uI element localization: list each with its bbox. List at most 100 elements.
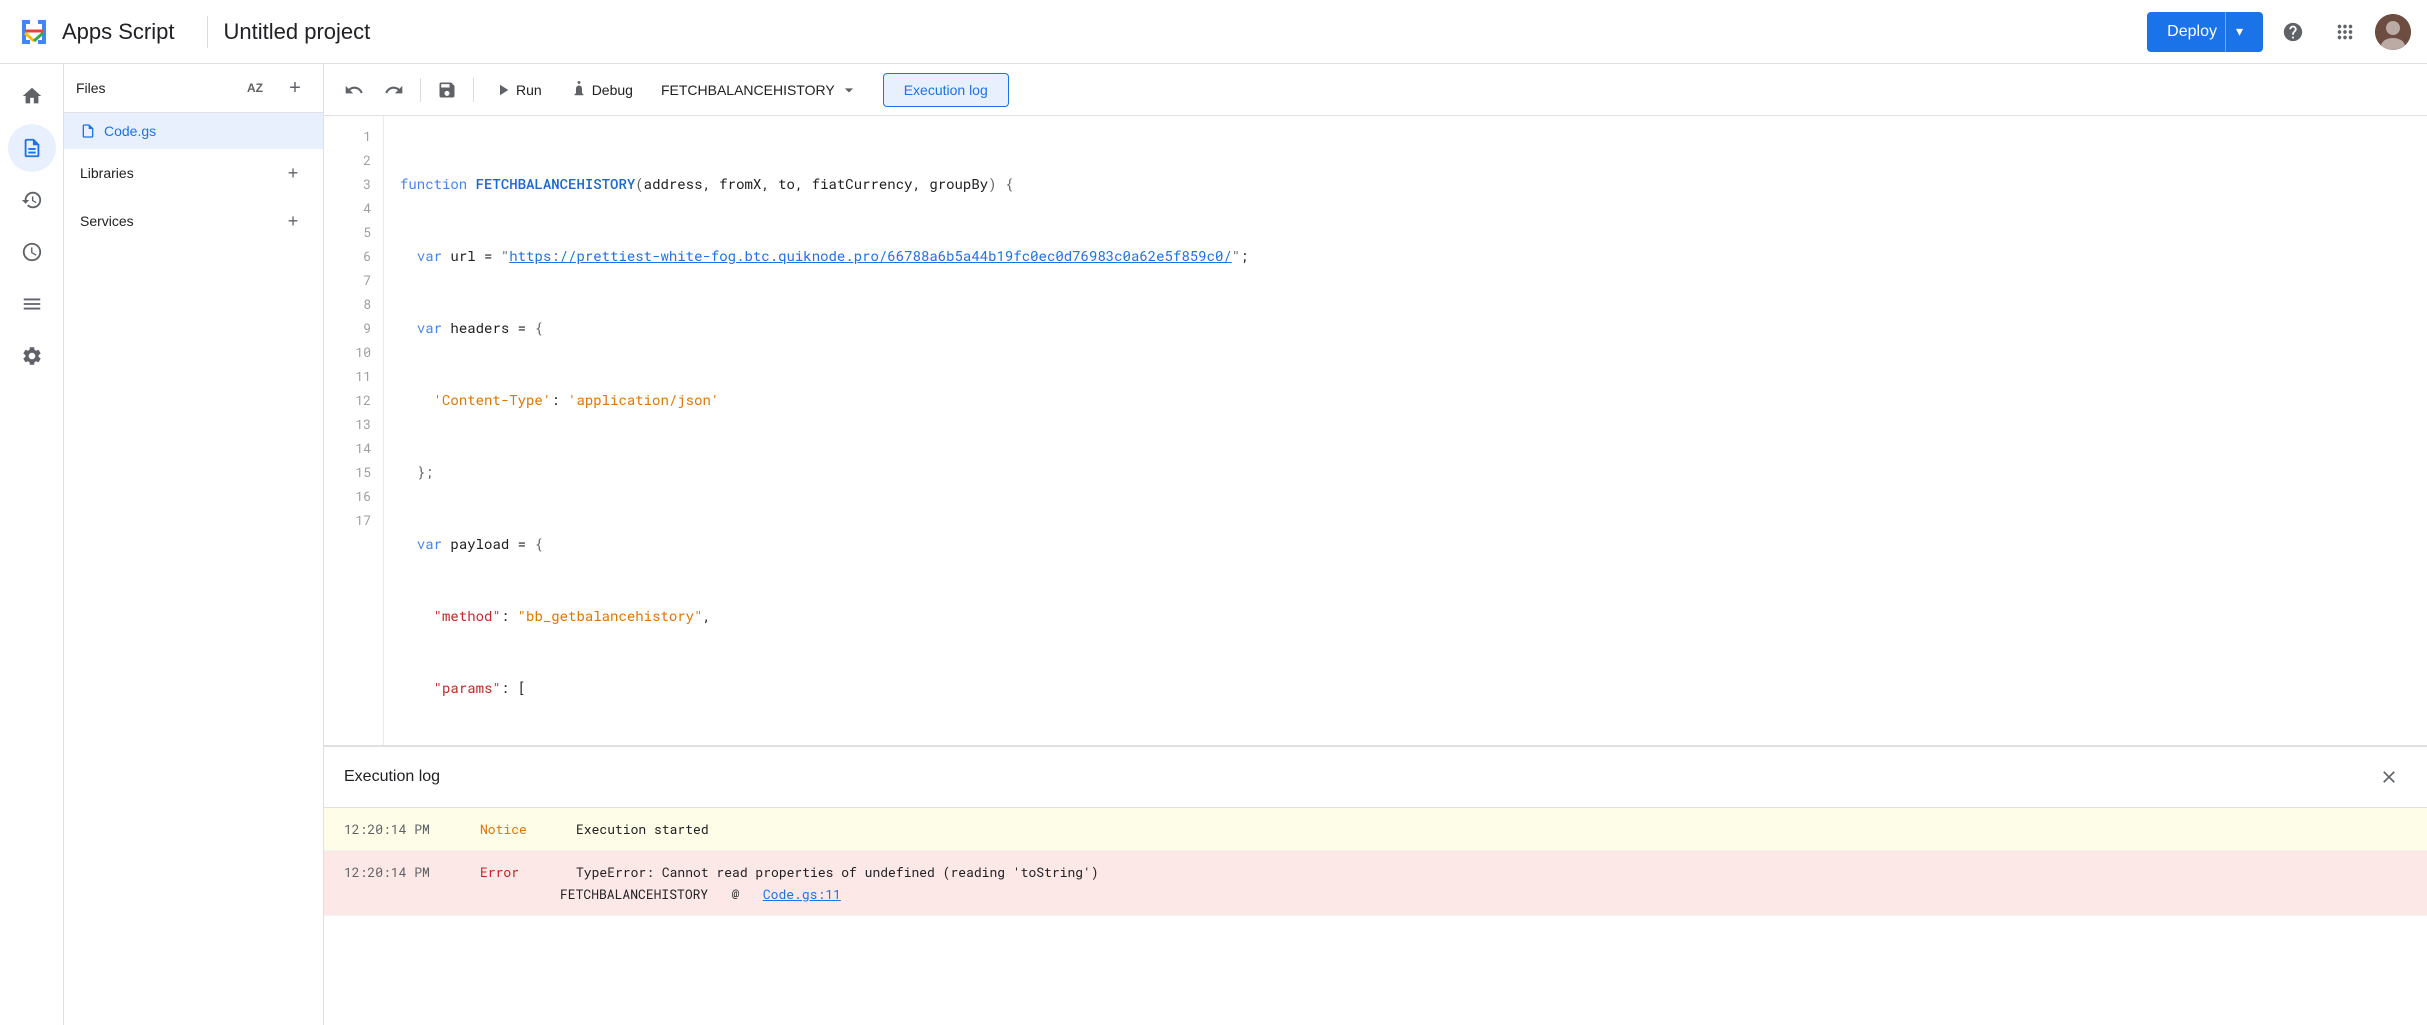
code-line-6: var payload = { [400,532,2411,556]
line-num-4: 4 [324,196,371,220]
line-num-12: 12 [324,388,371,412]
redo-icon [384,80,404,100]
log-timestamp-1: 12:20:14 PM [344,820,464,838]
toolbar-divider-2 [473,78,474,102]
services-section[interactable]: Services + [64,197,323,245]
file-name: Code.gs [104,123,156,139]
history-icon [21,189,43,211]
debug-label: Debug [592,82,633,98]
function-selector[interactable]: FETCHBALANCEHISTORY [649,74,871,106]
log-level-error: Error [480,863,560,881]
log-entry-error: 12:20:14 PM Error TypeError: Cannot read… [324,851,2427,916]
function-name: FETCHBALANCEHISTORY [661,82,835,98]
deploy-button[interactable]: Deploy ▾ [2147,12,2263,52]
line-num-5: 5 [324,220,371,244]
line-num-10: 10 [324,340,371,364]
editor-toolbar: Run Debug FETCHBALANCEHISTORY Execution … [324,64,2427,116]
libraries-label: Libraries [80,165,271,181]
trigger-icon [21,241,43,263]
code-line-8: "params": [ [400,676,2411,700]
code-line-1: function FETCHBALANCEHISTORY(address, fr… [400,172,2411,196]
deploy-label: Deploy [2167,23,2217,41]
add-service-button[interactable]: + [279,207,307,235]
avatar-image [2375,14,2411,50]
settings-icon [21,345,43,367]
help-button[interactable] [2271,10,2315,54]
help-icon [2282,21,2304,43]
log-timestamp-2: 12:20:14 PM [344,863,464,881]
file-panel-toolbar: Files AZ + [64,64,323,113]
sidebar-btn-home[interactable] [8,72,56,120]
log-entries: 12:20:14 PM Notice Execution started 12:… [324,808,2427,1025]
run-icon [494,81,512,99]
line-num-8: 8 [324,292,371,316]
deploy-chevron-icon[interactable]: ▾ [2225,12,2243,52]
line-numbers: 1 2 3 4 5 6 7 8 9 10 11 12 13 14 15 16 1 [324,116,384,745]
log-error-first-row: 12:20:14 PM Error TypeError: Cannot read… [344,863,1099,881]
main-layout: Files AZ + Code.gs Libraries + Services … [0,64,2427,1025]
redo-button[interactable] [376,72,412,108]
debug-icon [570,81,588,99]
log-level-notice: Notice [480,820,560,838]
apps-grid-icon [2334,21,2356,43]
line-num-3: 3 [324,172,371,196]
sidebar-btn-settings[interactable] [8,332,56,380]
file-icon [80,123,96,139]
line-num-11: 11 [324,364,371,388]
function-select-chevron-icon [839,80,859,100]
apps-grid-button[interactable] [2323,10,2367,54]
line-num-2: 2 [324,148,371,172]
execution-log-label: Execution log [904,82,988,98]
code-line-4: 'Content-Type': 'application/json' [400,388,2411,412]
apps-script-logo [16,14,52,50]
add-library-button[interactable]: + [279,159,307,187]
avatar[interactable] [2375,14,2411,50]
line-num-1: 1 [324,124,371,148]
libraries-section[interactable]: Libraries + [64,149,323,197]
close-icon [2379,767,2399,787]
log-entry-notice: 12:20:14 PM Notice Execution started [324,808,2427,851]
save-button[interactable] [429,72,465,108]
sidebar-btn-history[interactable] [8,176,56,224]
files-label: Files [76,80,231,96]
add-file-button[interactable]: + [279,72,311,104]
code-line-5: }; [400,460,2411,484]
icon-sidebar [0,64,64,1025]
file-panel: Files AZ + Code.gs Libraries + Services … [64,64,324,1025]
sidebar-btn-triggers[interactable] [8,228,56,276]
code-editor[interactable]: 1 2 3 4 5 6 7 8 9 10 11 12 13 14 15 16 1 [324,116,2427,745]
code-lines: 1 2 3 4 5 6 7 8 9 10 11 12 13 14 15 16 1 [324,116,2427,745]
line-num-7: 7 [324,268,371,292]
execution-log-close-button[interactable] [2371,759,2407,795]
sidebar-btn-variables[interactable] [8,280,56,328]
sort-icon: AZ [247,81,263,95]
files-icon [21,137,43,159]
execution-log-header: Execution log [324,747,2427,808]
code-line-2: var url = "https://prettiest-white-fog.b… [400,244,2411,268]
execution-log-button[interactable]: Execution log [883,73,1009,107]
services-label: Services [80,213,271,229]
header-divider [207,16,208,48]
toolbar-divider-1 [420,78,421,102]
log-message-2: TypeError: Cannot read properties of und… [576,863,1099,881]
run-label: Run [516,82,542,98]
sidebar-btn-files[interactable] [8,124,56,172]
code-line-3: var headers = { [400,316,2411,340]
variables-icon [21,293,43,315]
log-error-stack: FETCHBALANCEHISTORY @ Code.gs:11 [344,885,841,903]
code-line-7: "method": "bb_getbalancehistory", [400,604,2411,628]
line-num-13: 13 [324,412,371,436]
save-icon [437,80,457,100]
undo-icon [344,80,364,100]
run-button[interactable]: Run [482,75,554,105]
home-icon [21,85,43,107]
header: Apps Script Untitled project Deploy ▾ [0,0,2427,64]
project-name[interactable]: Untitled project [224,19,371,45]
code-content: function FETCHBALANCEHISTORY(address, fr… [384,116,2427,745]
undo-button[interactable] [336,72,372,108]
sort-files-button[interactable]: AZ [239,72,271,104]
log-stack-link[interactable]: Code.gs:11 [763,885,841,903]
file-item-code-gs[interactable]: Code.gs [64,113,323,149]
debug-button[interactable]: Debug [558,75,645,105]
line-num-17: 17 [324,508,371,532]
